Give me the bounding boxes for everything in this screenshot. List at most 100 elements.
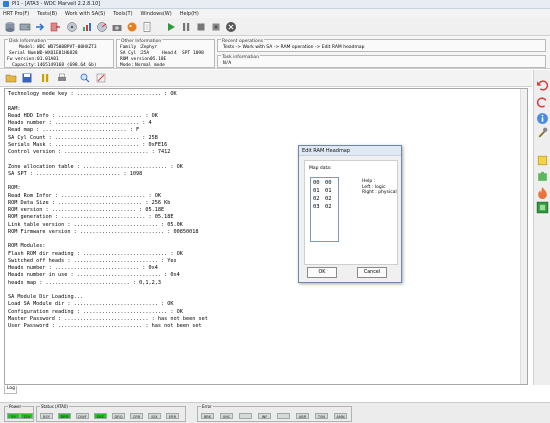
log-line: SA Module Dir Loading... xyxy=(8,294,83,300)
error-led-bbk: BBK xyxy=(201,413,214,419)
cylinder-icon[interactable] xyxy=(4,21,16,33)
undo-icon[interactable] xyxy=(536,78,549,91)
model-label: Model: xyxy=(19,45,36,50)
clear-icon[interactable] xyxy=(95,72,107,84)
family-label: Family : xyxy=(120,45,142,50)
disk-icon[interactable] xyxy=(66,21,78,33)
tab-log[interactable]: Log xyxy=(4,386,17,394)
ok-button[interactable]: OK xyxy=(307,267,337,278)
menu-work-with-sa[interactable]: Work with SA(S) xyxy=(65,11,105,17)
log-line: Serials Mask : .........................… xyxy=(8,141,168,148)
cancel-button[interactable]: Cancel xyxy=(357,267,387,278)
pause-icon[interactable] xyxy=(180,21,192,33)
tool-icon[interactable] xyxy=(536,126,549,139)
spt-value: 1098 xyxy=(193,51,204,56)
error-led-blank xyxy=(277,413,290,419)
mode-value: Normal mode xyxy=(135,63,165,68)
status-led-drq: DRQ xyxy=(112,413,125,419)
disk2-icon[interactable] xyxy=(96,21,108,33)
pause-log-icon[interactable] xyxy=(39,72,51,84)
log-line: User Password : ........................… xyxy=(8,323,202,329)
status-led-dsc: DSC xyxy=(94,413,107,419)
log-line: Read Rom Infor : .......................… xyxy=(8,192,162,199)
fire-icon[interactable] xyxy=(536,186,549,199)
fw-value: 01.01A01 xyxy=(37,57,59,62)
map-row-1-physical[interactable]: 01 xyxy=(325,188,332,194)
print-icon[interactable] xyxy=(56,72,68,84)
recent-operations-group: Recent operations Tests -> Work with SA … xyxy=(217,39,546,52)
map-data-list[interactable]: 00 00 01 01 02 02 03 02 xyxy=(310,177,339,242)
log-line: Link table version : ...................… xyxy=(8,221,183,228)
map-data-label: Map data: xyxy=(309,166,332,171)
map-row-1-logic[interactable]: 01 xyxy=(313,188,320,194)
log-line: Read HDD Info : ........................… xyxy=(8,112,158,119)
map-row-0-logic[interactable]: 00 xyxy=(313,180,320,186)
stop-icon[interactable] xyxy=(195,21,207,33)
chart-icon[interactable] xyxy=(81,21,93,33)
play-icon[interactable] xyxy=(165,21,177,33)
error-led-t0n: T0N xyxy=(315,413,328,419)
log-line: Read map : ........................... :… xyxy=(8,127,140,134)
map-row-3-physical[interactable]: 02 xyxy=(325,204,332,210)
save-icon[interactable] xyxy=(21,72,33,84)
log-line: Configuration reading : ................… xyxy=(8,308,183,315)
map-row-0-physical[interactable]: 00 xyxy=(325,180,332,186)
recent-operations-title: Recent operations xyxy=(221,39,264,44)
log-line: Heads number : .........................… xyxy=(8,120,152,126)
family-value: Zephyr xyxy=(141,45,158,50)
dialog-panel: Map data: 00 00 01 01 02 02 03 02 Help :… xyxy=(304,160,398,265)
map-row-3-logic[interactable]: 03 xyxy=(313,204,320,210)
close-icon[interactable] xyxy=(225,21,237,33)
exit-icon[interactable] xyxy=(49,21,61,33)
log-line: Master Password : ......................… xyxy=(8,315,208,322)
serial-value: WD-WXQ1E81H6828 xyxy=(37,51,78,56)
status-led-err: ERR xyxy=(166,413,179,419)
info-icon[interactable] xyxy=(536,112,549,125)
menu-hrt[interactable]: HRT Pro(F) xyxy=(3,11,29,17)
help-text: Help : Left : logic Right : physical xyxy=(362,179,397,196)
menu-help[interactable]: Help(H) xyxy=(180,11,199,17)
other-info-title: Other Information xyxy=(120,39,163,44)
puzzle-icon[interactable] xyxy=(536,170,549,183)
status-bar: Power 5V 12V Status (ATA0) BSY DRD DWF DSC D… xyxy=(0,402,550,423)
map-row-2-logic[interactable]: 02 xyxy=(313,196,320,202)
menu-tests[interactable]: Tests(B) xyxy=(37,11,57,17)
recent-operations-text: Tests -> Work with SA -> RAM operation -… xyxy=(223,45,365,50)
log-line: Load SA Module dir : ...................… xyxy=(8,301,174,308)
note-icon[interactable] xyxy=(536,154,549,167)
log-output[interactable]: Technology mode key : ..................… xyxy=(4,88,528,385)
other-info-group: Other Information Family : Zephyr SA Cyl… xyxy=(116,39,215,68)
log-toolbar xyxy=(0,70,532,87)
record-icon[interactable] xyxy=(210,21,222,33)
log-scrollbar[interactable] xyxy=(520,89,527,384)
log-line: Zone allocation table : ................… xyxy=(8,163,183,170)
open-icon[interactable] xyxy=(5,72,17,84)
error-led-amn: AMN xyxy=(334,413,347,419)
error-led-abr: ABR xyxy=(296,413,309,419)
log-line: Switched off heads : ...................… xyxy=(8,257,177,264)
log-line: ROM: xyxy=(8,185,21,192)
hdd-icon[interactable] xyxy=(19,21,31,33)
status-led-bsy: BSY xyxy=(40,413,53,419)
task-info-group: Task information N/A xyxy=(217,55,546,68)
arrow-icon[interactable] xyxy=(34,21,46,33)
dialog-title: Edit RAM Headmap xyxy=(299,146,401,156)
doc-icon[interactable] xyxy=(141,21,153,33)
log-line: SA SPT : ........................... : 1… xyxy=(8,170,143,177)
paint-icon[interactable] xyxy=(126,21,138,33)
redo-icon[interactable] xyxy=(536,95,549,108)
map-row-2-physical[interactable]: 02 xyxy=(325,196,332,202)
error-led-blank xyxy=(239,413,252,419)
find-icon[interactable] xyxy=(79,72,91,84)
serial-label: Serial Num: xyxy=(9,51,39,56)
camera-icon[interactable] xyxy=(111,21,123,33)
log-line: heads map : ........................... … xyxy=(8,279,162,286)
spt-label: SPT xyxy=(182,51,191,56)
fw-label: Fw version: xyxy=(7,57,37,62)
chip-icon[interactable] xyxy=(536,201,549,214)
menu-tools[interactable]: Tools(T) xyxy=(113,11,132,17)
log-line: Heads number in use : ..................… xyxy=(8,272,180,279)
log-line: ROM Data Size : ........................… xyxy=(8,199,171,206)
menu-windows[interactable]: Windows(W) xyxy=(141,11,172,17)
log-line: ROM Firmware version : .................… xyxy=(8,228,199,235)
